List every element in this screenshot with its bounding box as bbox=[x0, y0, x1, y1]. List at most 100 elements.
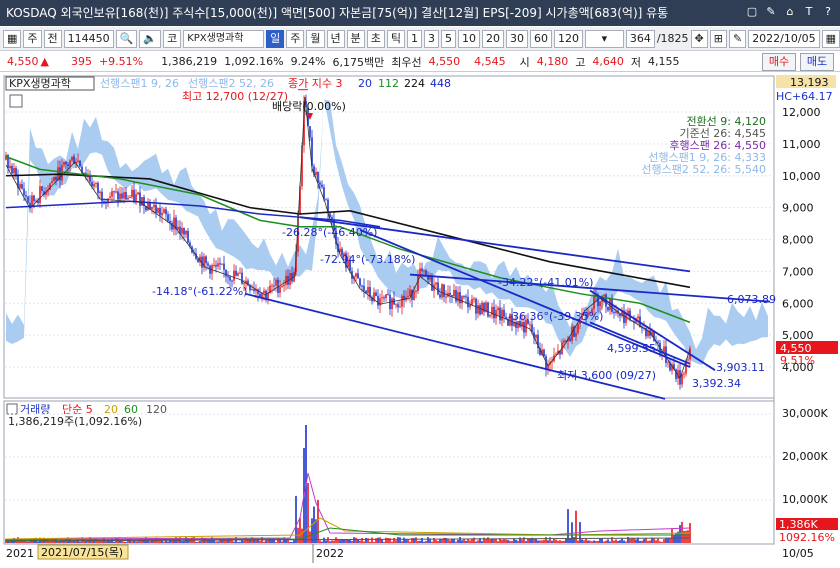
volume-bar bbox=[485, 539, 487, 543]
candle-body bbox=[147, 202, 149, 211]
candle-body bbox=[663, 346, 665, 352]
candle-body bbox=[363, 285, 365, 291]
volume-bar bbox=[209, 540, 211, 543]
buy-button[interactable]: 매수 bbox=[762, 53, 796, 71]
candle-body bbox=[473, 298, 475, 300]
stock-name-field[interactable]: KPX생명과학 bbox=[183, 29, 265, 48]
volume-bar bbox=[149, 541, 151, 543]
vol-tick-10000: 10,000K bbox=[782, 493, 828, 506]
volume-grid-icon[interactable] bbox=[6, 403, 18, 415]
volume-bar bbox=[649, 540, 651, 543]
candle-body bbox=[395, 304, 397, 306]
volume-bar bbox=[403, 537, 405, 543]
period-second[interactable]: 초 bbox=[366, 29, 385, 48]
candle-body bbox=[461, 296, 463, 304]
window-icon[interactable]: ▢ bbox=[744, 4, 760, 20]
volume-bar bbox=[455, 541, 457, 543]
help-icon[interactable]: ? bbox=[820, 4, 836, 20]
period-tick[interactable]: 틱 bbox=[386, 29, 405, 48]
candle-body bbox=[217, 263, 219, 267]
interval-30[interactable]: 30 bbox=[506, 29, 528, 48]
volume-bar bbox=[547, 540, 549, 543]
volume-bar bbox=[275, 541, 277, 543]
sound-icon[interactable]: 🔈 bbox=[139, 29, 162, 48]
candle-body bbox=[569, 338, 571, 341]
volume-bar bbox=[277, 537, 279, 543]
volume-bar bbox=[521, 539, 523, 543]
volume-bar bbox=[293, 540, 295, 543]
interval-5[interactable]: 5 bbox=[441, 29, 456, 48]
low-annotation: 최저 3,600 (09/27) bbox=[557, 369, 656, 382]
date-field[interactable]: 2022/10/05 bbox=[748, 29, 820, 48]
interval-20[interactable]: 20 bbox=[482, 29, 504, 48]
all-button[interactable]: 전 bbox=[43, 29, 62, 48]
candle-body bbox=[33, 195, 35, 202]
volume-bar bbox=[359, 540, 361, 543]
period-minute[interactable]: 분 bbox=[346, 29, 365, 48]
stock-chart[interactable]: KPX생명과학 선행스팬1 9, 26 선행스팬2 52, 26 종가 지수 3… bbox=[0, 73, 840, 565]
period-month[interactable]: 월 bbox=[306, 29, 325, 48]
interval-10[interactable]: 10 bbox=[458, 29, 480, 48]
home-icon[interactable]: ⌂ bbox=[782, 4, 798, 20]
candle-body bbox=[281, 286, 283, 288]
candle-body bbox=[357, 273, 359, 279]
candle-body bbox=[599, 301, 601, 307]
zoom-icon[interactable]: ⊞ bbox=[709, 29, 727, 48]
calendar-icon[interactable]: ▦ bbox=[821, 29, 840, 48]
interval-60[interactable]: 60 bbox=[530, 29, 552, 48]
volume-bar bbox=[489, 539, 491, 543]
candle-body bbox=[267, 293, 269, 299]
volume-bar bbox=[425, 540, 427, 543]
candle-body bbox=[291, 272, 293, 282]
search-icon[interactable]: 🔍 bbox=[115, 29, 138, 48]
volume-bar bbox=[653, 538, 655, 543]
volume-bar bbox=[639, 540, 641, 543]
candle-body bbox=[31, 195, 33, 207]
candle-body bbox=[149, 202, 151, 210]
volume-bar bbox=[569, 538, 571, 543]
grid-icon[interactable]: ▦ bbox=[3, 29, 22, 48]
price-tick-label: 12,000 bbox=[782, 106, 821, 119]
high-label: 고 bbox=[575, 55, 586, 69]
volume-bar bbox=[571, 522, 573, 543]
stock-code-input[interactable]: 114450 bbox=[63, 29, 114, 48]
candle-body bbox=[97, 182, 99, 194]
grid-toggle-icon[interactable] bbox=[9, 94, 23, 108]
candle-body bbox=[131, 189, 133, 197]
price-change-pct: +9.51% bbox=[98, 55, 144, 68]
trend-angle-5: -36.36°(-39.35%) bbox=[508, 310, 603, 323]
chart-toolbar: ▦ 주 전 114450 🔍 🔈 코 KPX생명과학 일 주 월 년 분 초 틱… bbox=[0, 27, 840, 51]
candle-body bbox=[359, 278, 361, 286]
x-label-2021: 2021 bbox=[6, 547, 34, 560]
volume-bar bbox=[497, 541, 499, 543]
candle-body bbox=[479, 305, 481, 315]
bar-count-field[interactable]: 364 bbox=[625, 29, 655, 48]
vol-tick-20000: 20,000K bbox=[782, 450, 828, 463]
volume-bar bbox=[437, 541, 439, 543]
sell-button[interactable]: 매도 bbox=[800, 53, 834, 71]
menu-select[interactable]: 주 bbox=[23, 29, 42, 48]
candle-body bbox=[285, 275, 287, 285]
candle-body bbox=[523, 322, 525, 333]
volume-bar bbox=[419, 540, 421, 543]
candle-body bbox=[65, 161, 67, 165]
legend-span1: 선행스팬1 9, 26 bbox=[100, 77, 179, 90]
period-week[interactable]: 주 bbox=[286, 29, 305, 48]
tools-icon[interactable]: ✥ bbox=[690, 29, 708, 48]
interval-1[interactable]: 1 bbox=[407, 29, 422, 48]
candle-body bbox=[455, 289, 457, 302]
period-year[interactable]: 년 bbox=[326, 29, 345, 48]
period-day[interactable]: 일 bbox=[266, 29, 285, 48]
candle-body bbox=[445, 296, 447, 298]
edit-icon[interactable]: ✎ bbox=[763, 4, 779, 20]
draw-icon[interactable]: ✎ bbox=[728, 29, 747, 48]
volume-bar bbox=[281, 541, 283, 543]
candle-body bbox=[231, 280, 233, 282]
interval-dropdown[interactable]: ▾ bbox=[585, 29, 624, 48]
interval-3[interactable]: 3 bbox=[424, 29, 439, 48]
candle-body bbox=[157, 207, 159, 213]
interval-120[interactable]: 120 bbox=[554, 29, 583, 48]
name-type-button[interactable]: 코 bbox=[163, 29, 182, 48]
candle-body bbox=[117, 191, 119, 200]
text-icon[interactable]: T bbox=[801, 4, 817, 20]
